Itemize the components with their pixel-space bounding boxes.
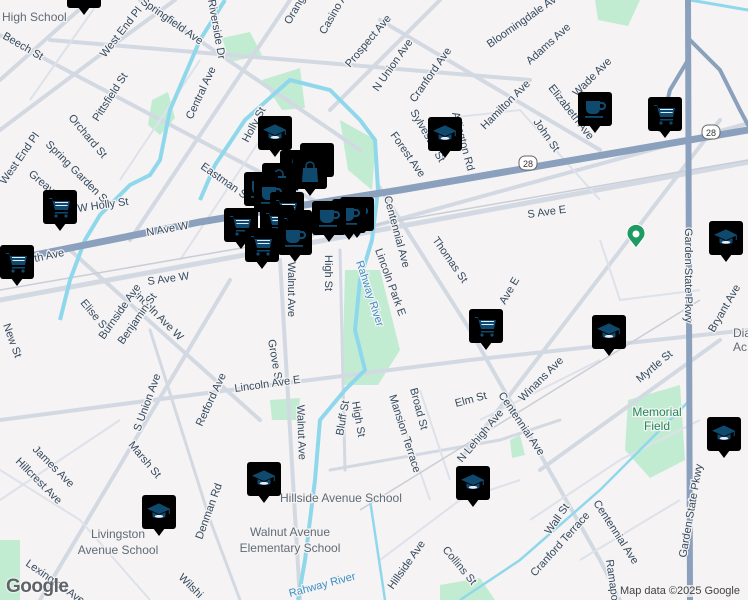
shopping-bag-marker[interactable] [293,155,327,196]
street-label: S Ave E [527,204,567,221]
park-label: Memorial [632,405,681,419]
poi-label: Hillside Avenue School [280,491,402,505]
street-label: New St [0,322,23,359]
street-label: Marsh St [126,439,163,480]
map-data-credit[interactable]: Map data ©2025 Google [617,585,742,597]
park [340,120,376,190]
street-label: Springfield Ave [138,0,205,47]
location-pin[interactable] [626,223,646,249]
school-marker[interactable] [67,0,101,15]
svg-text:28: 28 [523,159,533,169]
street-label: Wilshi [176,572,205,600]
poi-label: Dia [733,326,748,340]
street-label: Ave E [497,275,522,306]
street-label: Retford Ave [194,371,229,428]
street-label: Garden State Pkwy [677,463,705,559]
park-label: Field [644,419,670,433]
poi-label: Elementary School [240,541,341,555]
school-marker[interactable] [456,466,490,507]
map-canvas[interactable]: 28 28 High School Beech St West End Pl S… [0,0,748,600]
street-label: Prospect Ave [343,13,394,70]
street-label: Collins St [440,544,479,587]
google-logo[interactable]: Google [6,576,69,598]
cart-marker[interactable] [469,309,503,350]
street-label: Bluff St [334,400,352,437]
street-label: High St [322,255,334,291]
street-label: Elm St [454,390,488,410]
street-label: Adams Ave [524,21,573,67]
svg-text:28: 28 [706,128,716,138]
poi-label: Ac [733,340,747,354]
street-label: Garden State Pkwy [682,228,694,323]
street-label: Walnut Ave [294,405,308,460]
street-label: Denman Rd [194,482,225,541]
school-marker[interactable] [592,315,626,356]
street-label: Myrtle St [634,348,675,385]
street-label: Casino Ave [317,0,355,37]
street-label: th Ave [33,247,65,265]
street-label: N Lehigh Ave [455,407,506,465]
street-label: Walnut Ave [285,262,297,317]
school-marker[interactable] [247,462,281,503]
park [510,435,525,458]
cart-marker[interactable] [648,97,682,138]
park [595,0,640,26]
route-28-shield: 28 [701,124,721,140]
poi-label: Livingston [91,527,145,541]
street-label: High St [349,400,367,438]
cart-marker[interactable] [0,245,34,286]
school-marker[interactable] [707,417,741,458]
cart-marker[interactable] [43,190,77,231]
school-marker[interactable] [709,221,743,262]
poi-label: High School [2,10,67,24]
cart-marker[interactable] [245,228,279,269]
coffee-marker[interactable] [278,221,312,262]
school-marker[interactable] [142,495,176,536]
street-label: Lincoln Ave E [234,374,301,395]
street-label: West End Pl [98,5,145,60]
poi-label: Avenue School [78,543,159,557]
street-label: Pittsfield St [90,71,130,124]
poi-label: Walnut Avenue [250,525,330,539]
street-label: Hillside Ave [386,538,428,591]
route-28-shield: 28 [518,155,538,171]
street-label: N Ave W [145,220,190,239]
